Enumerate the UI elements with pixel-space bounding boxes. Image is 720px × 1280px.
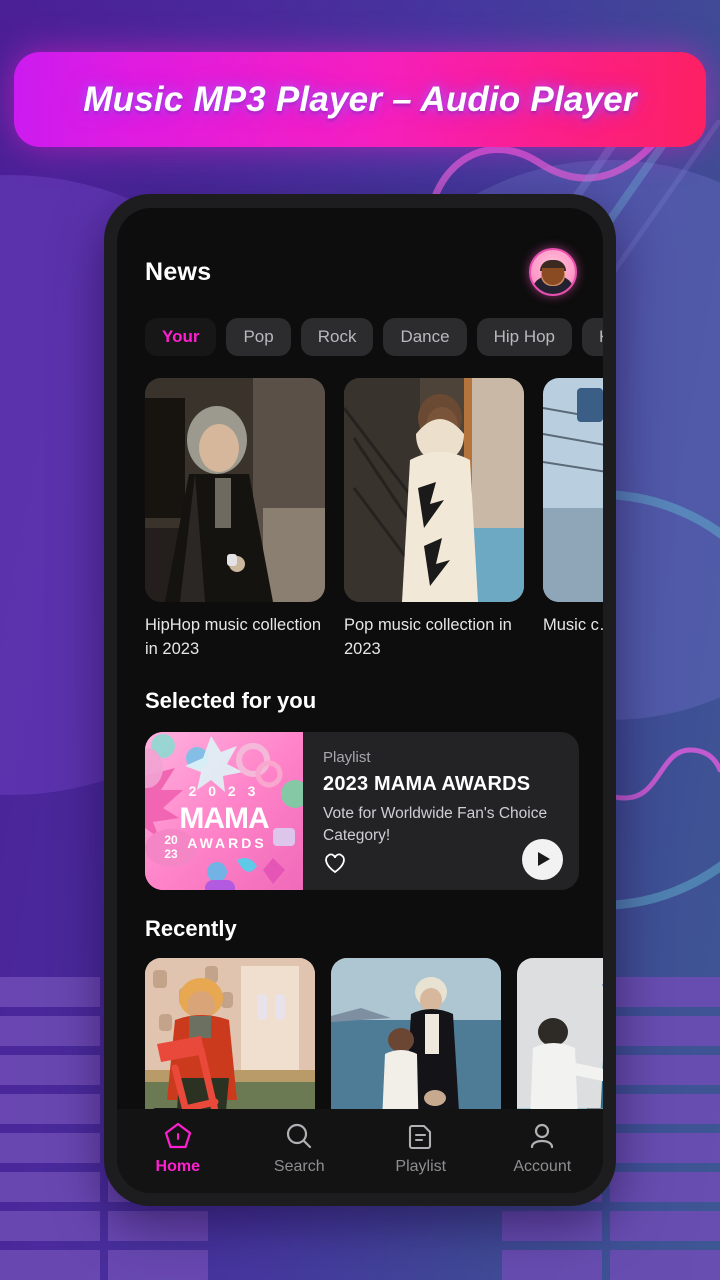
screen-content: News Your Pop Rock Dance Hip Hop Kpop <box>117 208 603 1109</box>
recently-item[interactable] <box>517 957 603 1109</box>
decor-equalizer-bars-left <box>0 977 100 1280</box>
phone-screen: News Your Pop Rock Dance Hip Hop Kpop <box>117 208 603 1193</box>
nav-item-account[interactable]: Account <box>492 1121 592 1176</box>
genre-tab-pop[interactable]: Pop <box>226 318 291 356</box>
svg-text:20: 20 <box>164 833 178 847</box>
playlist-kicker: Playlist <box>323 748 371 766</box>
svg-text:2 0 2 3: 2 0 2 3 <box>189 783 260 799</box>
news-card[interactable]: Music c… 90s <box>543 378 603 662</box>
news-card[interactable]: HipHop music collection in 2023 <box>145 378 325 662</box>
news-card[interactable]: Pop music collection in 2023 <box>344 378 524 662</box>
genre-tab-hiphop[interactable]: Hip Hop <box>476 318 573 356</box>
genre-tabs: Your Pop Rock Dance Hip Hop Kpop <box>117 296 603 356</box>
playlist-info: Playlist 2023 MAMA AWARDS Vote for World… <box>303 732 579 890</box>
promo-banner-title: Music MP3 Player – Audio Player <box>83 79 637 119</box>
playlist-icon <box>408 1124 431 1149</box>
heart-icon[interactable] <box>323 852 347 874</box>
news-card-caption: HipHop music collection in 2023 <box>145 616 322 658</box>
news-card-image <box>543 378 603 602</box>
bottom-navigation: Home Search Playlist Account <box>117 1109 603 1193</box>
play-triangle <box>538 852 550 867</box>
recently-item[interactable] <box>331 957 501 1109</box>
home-icon <box>164 1122 191 1148</box>
promo-banner: Music MP3 Player – Audio Player <box>14 52 706 147</box>
nav-label-home: Home <box>155 1157 200 1175</box>
nav-item-playlist[interactable]: Playlist <box>371 1121 471 1176</box>
avatar[interactable] <box>529 248 577 296</box>
news-card-caption: Music c… 90s <box>543 616 603 634</box>
nav-label-playlist: Playlist <box>395 1157 447 1175</box>
playlist-name: 2023 MAMA AWARDS <box>323 772 531 795</box>
recently-carousel[interactable] <box>117 942 603 1109</box>
recently-section-title: Recently <box>145 915 237 941</box>
playlist-card[interactable]: 20 23 2 0 2 3 MAMA AWARDS Playlist 2023 … <box>145 731 579 890</box>
page-title: News <box>145 257 212 286</box>
genre-tab-kpop[interactable]: Kpop <box>582 318 603 356</box>
genre-tab-rock[interactable]: Rock <box>300 318 374 356</box>
news-carousel[interactable]: HipHop music collection in 2023 Pop musi… <box>117 356 603 662</box>
nav-item-search[interactable]: Search <box>249 1121 349 1176</box>
news-card-image <box>145 378 325 602</box>
playlist-artwork: 20 23 2 0 2 3 MAMA AWARDS <box>145 731 303 890</box>
account-icon <box>531 1123 554 1148</box>
playlist-description: Vote for Worldwide Fan's Choice Category… <box>323 804 548 844</box>
svg-text:23: 23 <box>164 847 178 861</box>
genre-tab-your[interactable]: Your <box>145 318 217 356</box>
nav-label-account: Account <box>513 1157 572 1175</box>
selected-section-title: Selected for you <box>145 687 317 713</box>
svg-text:MAMA: MAMA <box>179 802 269 835</box>
news-card-caption: Pop music collection in 2023 <box>344 616 512 658</box>
nav-item-home[interactable]: Home <box>128 1121 228 1176</box>
play-icon[interactable] <box>522 838 563 880</box>
recently-item[interactable] <box>145 957 315 1109</box>
genre-tab-dance[interactable]: Dance <box>383 318 467 356</box>
app-header: News <box>117 208 603 296</box>
nav-label-search: Search <box>273 1157 325 1175</box>
search-icon <box>287 1123 312 1148</box>
phone-mockup: News Your Pop Rock Dance Hip Hop Kpop <box>104 194 616 1206</box>
svg-text:AWARDS: AWARDS <box>187 835 266 851</box>
news-card-image <box>344 378 524 602</box>
decor-equalizer-bars-right <box>610 977 720 1280</box>
